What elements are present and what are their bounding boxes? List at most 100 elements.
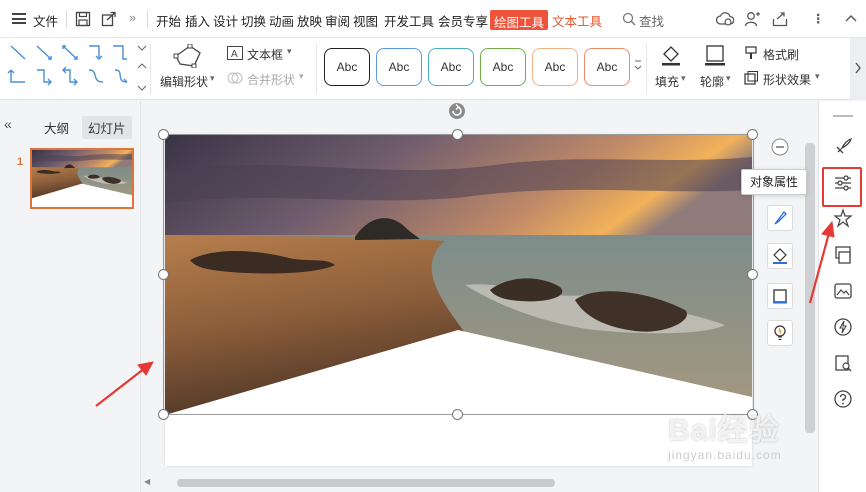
fill-button[interactable]: 填充 xyxy=(655,73,679,90)
upload-share-icon[interactable] xyxy=(772,11,788,27)
shape-style-4[interactable]: Abc xyxy=(480,48,526,86)
object-properties-tooltip: 对象属性 xyxy=(741,169,808,195)
resize-handle-top-right[interactable] xyxy=(747,129,758,140)
svg-text:A: A xyxy=(231,49,238,60)
tab-review[interactable]: 审阅 xyxy=(325,11,350,30)
edit-shape-dropdown-icon[interactable]: ▾ xyxy=(210,73,215,84)
tab-outline[interactable]: 大纲 xyxy=(38,116,75,139)
ribbon-scroll-right[interactable] xyxy=(850,38,866,100)
outline-button[interactable]: 轮廓 xyxy=(700,73,724,90)
picture-settings-icon[interactable] xyxy=(833,281,853,301)
lines-gallery[interactable] xyxy=(7,42,147,96)
shape-style-5[interactable]: Abc xyxy=(532,48,578,86)
text-box-button[interactable]: 文本框 xyxy=(247,46,283,63)
tab-text-tools[interactable]: 文本工具 xyxy=(552,11,602,30)
outline-float-button[interactable] xyxy=(767,283,793,309)
fill-float-button[interactable] xyxy=(767,243,793,269)
tab-slides[interactable]: 幻灯片 xyxy=(82,116,132,139)
baidu-watermark: Bai经验 jingyan.baidu.com xyxy=(668,400,818,470)
cloud-sync-icon[interactable] xyxy=(716,11,734,27)
ribbon: 编辑形状 ▾ A 文本框 ▾ 合并形状 ▾ Abc Abc Abc Abc Ab… xyxy=(0,38,866,100)
selection-frame xyxy=(163,134,754,415)
fill-dropdown-icon[interactable]: ▾ xyxy=(681,73,686,84)
merge-shapes-dropdown-icon[interactable]: ▾ xyxy=(299,71,304,82)
resize-handle-top-left[interactable] xyxy=(158,129,169,140)
tab-animation[interactable]: 动画 xyxy=(269,11,294,30)
fill-bucket-icon[interactable] xyxy=(660,44,682,66)
chevron-up-icon[interactable] xyxy=(845,14,857,22)
menu-icon[interactable] xyxy=(12,13,26,24)
watermark-url: jingyan.baidu.com xyxy=(668,448,782,462)
edit-shape-button[interactable]: 编辑形状 xyxy=(160,73,208,90)
tab-design[interactable]: 设计 xyxy=(213,11,238,30)
resize-handle-top[interactable] xyxy=(452,129,463,140)
tab-start[interactable]: 开始 xyxy=(156,11,181,30)
merge-shapes-button[interactable]: 合并形状 xyxy=(247,71,295,88)
shape-style-2[interactable]: Abc xyxy=(376,48,422,86)
highlight-box xyxy=(822,167,862,207)
tab-slideshow[interactable]: 放映 xyxy=(297,11,322,30)
chevron-right-icon[interactable] xyxy=(854,62,862,74)
slide-thumbnail[interactable] xyxy=(30,148,134,209)
search-label[interactable]: 查找 xyxy=(639,11,664,30)
text-box-icon[interactable]: A xyxy=(227,46,243,60)
star-animation-icon[interactable] xyxy=(833,208,853,228)
resize-handle-bottom[interactable] xyxy=(452,409,463,420)
shape-style-label: Abc xyxy=(440,60,462,74)
style-gallery-expand-icon[interactable] xyxy=(634,60,642,72)
shape-effects-dropdown-icon[interactable]: ▾ xyxy=(815,71,820,82)
zoom-out-icon[interactable] xyxy=(771,138,789,156)
outline-icon[interactable] xyxy=(704,44,726,66)
shape-style-label: Abc xyxy=(336,60,358,74)
slides-panel: « 大纲 幻灯片 1 xyxy=(0,101,141,492)
shape-effects-button[interactable]: 形状效果 xyxy=(763,71,811,88)
right-sidebar xyxy=(818,101,866,492)
book-search-icon[interactable] xyxy=(833,353,853,373)
divider xyxy=(646,44,647,94)
smart-assist-float-button[interactable] xyxy=(767,320,793,346)
shape-style-6[interactable]: Abc xyxy=(584,48,630,86)
format-painter-button[interactable]: 格式刷 xyxy=(763,46,799,63)
shape-style-3[interactable]: Abc xyxy=(428,48,474,86)
scroll-left-icon[interactable]: ◀ xyxy=(144,477,150,486)
lightning-icon[interactable] xyxy=(833,317,853,337)
tab-transition[interactable]: 切换 xyxy=(241,11,266,30)
rocket-icon[interactable] xyxy=(833,137,853,157)
scrollbar-thumb[interactable] xyxy=(177,479,555,487)
edit-shape-icon[interactable] xyxy=(173,44,203,68)
tab-insert[interactable]: 插入 xyxy=(185,11,210,30)
menu-bar: 文件 » 开始 插入 设计 切换 动画 放映 审阅 视图 开发工具 会员专享 绘… xyxy=(0,0,866,38)
merge-shapes-icon[interactable] xyxy=(227,71,243,85)
slide-number: 1 xyxy=(17,156,24,168)
rotate-handle-icon[interactable] xyxy=(448,102,466,120)
export-icon[interactable] xyxy=(101,11,117,27)
resize-handle-left[interactable] xyxy=(158,269,169,280)
help-icon[interactable] xyxy=(833,389,853,409)
tab-view[interactable]: 视图 xyxy=(353,11,378,30)
divider xyxy=(66,10,67,28)
shape-style-1[interactable]: Abc xyxy=(324,48,370,86)
collapse-panel-icon[interactable]: « xyxy=(4,116,12,132)
shape-style-float-button[interactable] xyxy=(767,205,793,231)
resize-handle-right[interactable] xyxy=(747,269,758,280)
more-icon[interactable]: » xyxy=(129,11,136,25)
tab-drawing-tools[interactable]: 绘图工具 xyxy=(490,10,549,30)
resize-handle-bottom-left[interactable] xyxy=(158,409,169,420)
sidebar-grip xyxy=(833,115,853,117)
outline-dropdown-icon[interactable]: ▾ xyxy=(726,73,731,84)
more-options-icon[interactable]: ⋮ xyxy=(812,11,825,26)
text-box-dropdown-icon[interactable]: ▾ xyxy=(287,46,292,57)
share-user-icon[interactable] xyxy=(744,11,760,27)
slide-transition-icon[interactable] xyxy=(833,245,853,265)
tab-member[interactable]: 会员专享 xyxy=(438,11,488,30)
menu-file[interactable]: 文件 xyxy=(33,11,58,30)
shape-effects-icon[interactable] xyxy=(744,71,758,85)
outline-icon xyxy=(773,289,787,304)
format-painter-icon[interactable] xyxy=(744,46,758,60)
horizontal-scrollbar[interactable]: ◀ xyxy=(142,476,817,490)
save-icon[interactable] xyxy=(75,11,91,27)
divider xyxy=(316,44,317,94)
divider xyxy=(147,10,148,28)
tab-developer[interactable]: 开发工具 xyxy=(384,11,434,30)
search-icon[interactable] xyxy=(622,12,636,26)
